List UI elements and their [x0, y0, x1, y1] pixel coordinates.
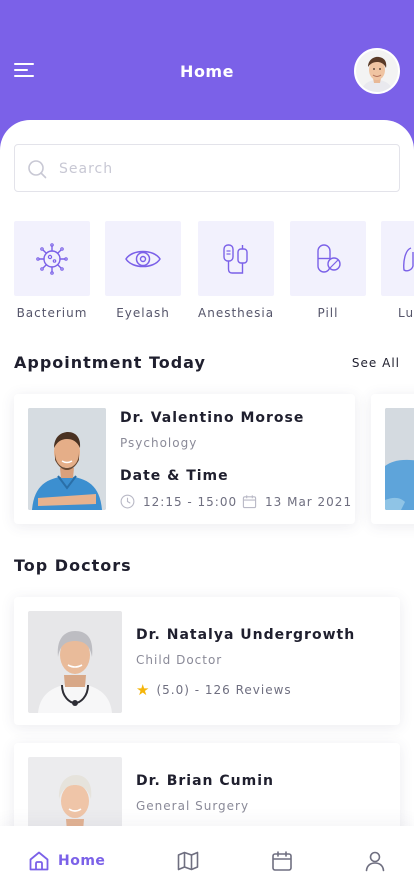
doctor-name: Dr. Brian Cumin — [136, 773, 274, 789]
star-icon: ★ — [136, 681, 151, 699]
category-anesthesia[interactable]: Anesthesia — [198, 221, 274, 320]
top-doctors-section-title: Top Doctors — [14, 556, 132, 575]
clock-icon — [120, 494, 135, 509]
nav-item-profile[interactable] — [364, 848, 386, 874]
category-pill[interactable]: Pill — [290, 221, 366, 320]
category-eyelash[interactable]: Eyelash — [105, 221, 181, 320]
category-label: Pill — [317, 306, 339, 320]
date-text: 13 Mar 2021 — [265, 494, 353, 509]
search-bar[interactable] — [14, 144, 400, 192]
appointment-time: 12:15 - 15:00 — [120, 494, 237, 509]
datetime-label: Date & Time — [120, 468, 229, 484]
nav-home-label: Home — [58, 853, 106, 869]
category-label: Lu — [398, 306, 414, 320]
doctor-specialty: General Surgery — [136, 799, 250, 813]
search-input[interactable] — [59, 157, 379, 181]
appointment-card[interactable]: Dr. Valentino Morose Psychology Date & T… — [14, 394, 355, 524]
appointment-section-title: Appointment Today — [14, 353, 206, 372]
time-text: 12:15 - 15:00 — [143, 494, 238, 509]
category-list: Bacterium Eyelash Anesthesia Pill Lu — [14, 221, 414, 321]
lungs-icon — [403, 246, 414, 271]
category-label: Anesthesia — [198, 306, 275, 320]
iv-bag-icon — [223, 243, 248, 274]
calendar-small-icon — [242, 495, 257, 509]
nav-item-home[interactable]: Home — [28, 848, 105, 874]
search-icon — [28, 160, 47, 179]
doctor-specialty: Child Doctor — [136, 653, 223, 667]
category-label: Eyelash — [116, 306, 170, 320]
appointment-date: 13 Mar 2021 — [242, 494, 352, 509]
doctor-photo — [385, 408, 414, 510]
map-icon — [177, 851, 199, 871]
doctor-card[interactable]: Dr. Natalya Undergrowth Child Doctor ★ (… — [14, 597, 400, 725]
doctor-name: Dr. Natalya Undergrowth — [136, 627, 356, 643]
nav-item-map[interactable] — [177, 848, 199, 874]
category-bacterium[interactable]: Bacterium — [14, 221, 90, 320]
profile-icon — [365, 851, 385, 872]
doctor-rating: ★ (5.0) - 126 Reviews — [136, 681, 292, 699]
category-lungs[interactable]: Lu — [381, 221, 414, 320]
eye-icon — [125, 250, 161, 267]
pill-icon — [317, 243, 341, 273]
bottom-navigation: Home — [0, 826, 414, 896]
category-label: Bacterium — [16, 306, 88, 320]
page-title: Home — [180, 62, 234, 81]
home-icon — [29, 851, 49, 871]
user-avatar[interactable] — [354, 48, 400, 94]
doctor-specialty: Psychology — [120, 436, 198, 450]
doctor-photo — [28, 408, 106, 510]
doctor-photo — [28, 611, 122, 713]
bacterium-icon — [36, 242, 68, 275]
content-sheet: Bacterium Eyelash — [0, 120, 414, 896]
app-header: Home — [0, 0, 414, 130]
rating-text: (5.0) - 126 Reviews — [156, 683, 292, 697]
nav-item-calendar[interactable] — [271, 848, 293, 874]
calendar-icon — [272, 851, 292, 871]
doctor-name: Dr. Valentino Morose — [120, 410, 305, 426]
see-all-link[interactable]: See All — [352, 356, 400, 370]
appointment-card-partial[interactable] — [371, 394, 414, 524]
